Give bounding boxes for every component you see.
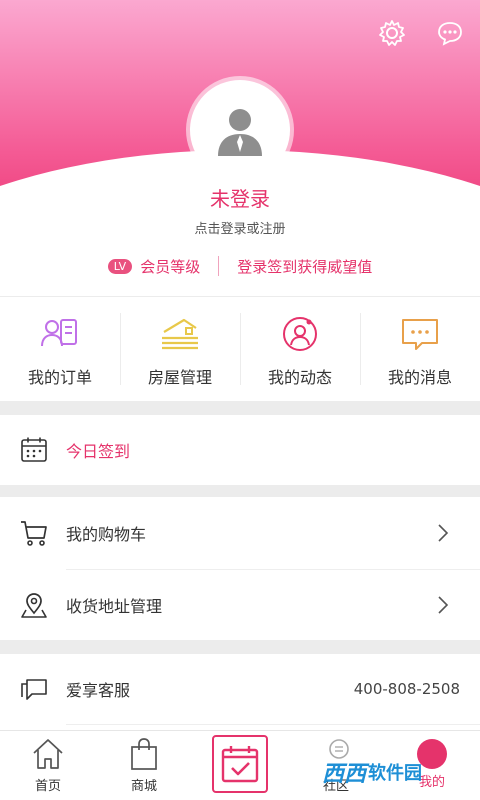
chevron-right-icon (438, 596, 449, 614)
order-person-icon (41, 319, 77, 347)
message-bubble-icon (402, 319, 438, 350)
tab-label: 商城 (130, 779, 157, 794)
service-phone[interactable]: 400-808-2508 (354, 680, 460, 698)
shopping-cart-icon (21, 521, 47, 546)
list-item-cart[interactable]: 我的购物车 (0, 497, 480, 569)
tab-label: 首页 (34, 779, 61, 794)
home-icon (33, 739, 63, 769)
section-gap (0, 485, 480, 497)
divider (66, 724, 480, 725)
site-watermark: 西西 软件园 (322, 752, 470, 792)
grid-item-label: 房屋管理 (147, 368, 212, 387)
grid-item-house[interactable]: 房屋管理 (120, 297, 240, 401)
activity-face-icon (283, 317, 317, 351)
messages-button[interactable] (434, 17, 466, 49)
login-status-title[interactable]: 未登录 (0, 183, 480, 212)
list-item-label: 我的购物车 (66, 525, 147, 544)
grid-item-activity[interactable]: 我的动态 (240, 297, 360, 401)
watermark-text: 软件园 (368, 763, 423, 784)
list-item-address[interactable]: 收货地址管理 (0, 570, 480, 640)
avatar[interactable] (190, 80, 290, 180)
section-gap (0, 640, 480, 654)
grid-item-label: 我的订单 (27, 368, 92, 387)
quick-actions-grid: 我的订单 房屋管理 我的动态 我的消息 (0, 297, 480, 401)
chat-icon (21, 679, 47, 700)
signin-prompt-link[interactable]: 登录签到获得威望值 (237, 256, 372, 277)
calendar-icon (21, 437, 47, 462)
user-silhouette-icon (218, 109, 262, 156)
checkin-center-button[interactable] (212, 735, 268, 793)
watermark-logo: 西西 (322, 762, 367, 787)
chat-bubble-icon (438, 22, 462, 46)
checkin-label: 今日签到 (66, 442, 131, 461)
settings-button[interactable] (376, 17, 408, 49)
calendar-check-icon (221, 746, 259, 783)
list-item-label: 收货地址管理 (66, 597, 163, 616)
member-level-link[interactable]: 会员等级 (140, 256, 200, 277)
grid-item-messages[interactable]: 我的消息 (360, 297, 480, 401)
tab-checkin[interactable] (192, 731, 288, 800)
tab-home[interactable]: 首页 (0, 731, 96, 800)
checkin-row[interactable]: 今日签到 (0, 415, 480, 485)
tab-mall[interactable]: 商城 (96, 731, 192, 800)
service-label: 爱享客服 (66, 681, 131, 700)
level-badge: LV (107, 258, 133, 274)
customer-service-row[interactable]: 爱享客服 400-808-2508 (0, 654, 480, 724)
grid-item-orders[interactable]: 我的订单 (0, 297, 120, 401)
grid-item-label: 我的消息 (387, 368, 452, 387)
location-pin-icon (21, 593, 47, 618)
house-icon (162, 318, 198, 350)
gear-icon (379, 20, 405, 46)
member-divider (218, 256, 220, 276)
shopping-bag-icon (131, 738, 157, 770)
chevron-right-icon (438, 524, 449, 542)
section-gap (0, 401, 480, 415)
login-register-hint[interactable]: 点击登录或注册 (0, 218, 480, 237)
member-row: LV 会员等级 登录签到获得威望值 (0, 254, 480, 278)
grid-item-label: 我的动态 (267, 368, 332, 387)
